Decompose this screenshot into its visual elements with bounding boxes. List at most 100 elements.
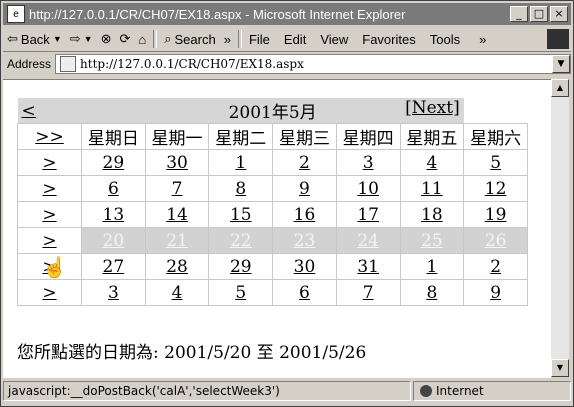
day-link[interactable]: 30 xyxy=(166,153,188,173)
refresh-button[interactable]: ⟳ xyxy=(115,31,134,47)
menu-view[interactable]: View xyxy=(320,32,348,47)
day-link[interactable]: 8 xyxy=(426,283,437,303)
vertical-scrollbar[interactable]: ▲ ▼ xyxy=(551,79,569,377)
day-cell: 6 xyxy=(81,175,146,202)
day-link[interactable]: 8 xyxy=(235,179,246,199)
day-link[interactable]: 22 xyxy=(230,231,252,251)
stop-button[interactable]: ⊗ xyxy=(97,31,116,47)
day-cell: 24 xyxy=(335,227,401,254)
home-button[interactable]: ⌂ xyxy=(134,32,150,47)
menu-overflow-icon[interactable]: » xyxy=(475,32,490,47)
day-cell: 2 xyxy=(463,253,528,280)
globe-icon xyxy=(420,385,432,397)
day-link[interactable]: 5 xyxy=(490,153,501,173)
day-link[interactable]: 12 xyxy=(485,179,507,199)
day-link[interactable]: 3 xyxy=(363,153,374,173)
menu-tools[interactable]: Tools xyxy=(430,32,460,47)
week-row: >20 21 22 23 24 25 26 xyxy=(17,227,528,254)
ie-page-icon: e xyxy=(7,5,25,23)
day-link[interactable]: 2 xyxy=(299,153,310,173)
day-link[interactable]: 31 xyxy=(357,257,379,277)
select-month-link[interactable]: >> xyxy=(35,127,64,147)
day-link[interactable]: 4 xyxy=(172,283,183,303)
forward-button[interactable]: ⇨ ▼ xyxy=(66,31,97,47)
close-button[interactable]: × xyxy=(550,6,568,22)
day-link[interactable]: 21 xyxy=(166,231,188,251)
minimize-button[interactable]: _ xyxy=(510,6,528,22)
select-week-link[interactable]: > xyxy=(42,179,56,199)
day-cell: 23 xyxy=(272,227,337,254)
calendar-header: < 2001年5月 [Next] xyxy=(17,98,528,124)
day-cell: 15 xyxy=(208,201,274,228)
week-row: >13 14 15 16 17 18 19 xyxy=(17,201,528,228)
day-link[interactable]: 28 xyxy=(166,257,188,277)
day-link[interactable]: 15 xyxy=(230,205,252,225)
week-selector-cell: > xyxy=(17,149,82,176)
scroll-down-icon[interactable]: ▼ xyxy=(551,359,569,377)
next-month-link[interactable]: [Next] xyxy=(405,98,460,118)
address-input[interactable]: http://127.0.0.1/CR/CH07/EX18.aspx ▼ xyxy=(55,54,571,74)
scroll-up-icon[interactable]: ▲ xyxy=(551,79,569,97)
day-cell: 9 xyxy=(463,279,528,306)
menu-favorites[interactable]: Favorites xyxy=(362,32,415,47)
toolbar-overflow-icon[interactable]: » xyxy=(220,32,235,47)
day-link[interactable]: 1 xyxy=(235,153,246,173)
select-week-link[interactable]: > xyxy=(42,231,56,251)
calendar: < 2001年5月 [Next] >> 星期日 星期一 星期二 星期三 星期四 … xyxy=(17,98,528,306)
day-link[interactable]: 30 xyxy=(294,257,316,277)
day-link[interactable]: 14 xyxy=(166,205,188,225)
day-link[interactable]: 16 xyxy=(294,205,316,225)
week-selector-cell: > xyxy=(17,279,82,306)
maximize-button[interactable]: □ xyxy=(530,6,548,22)
day-cell: 26 xyxy=(463,227,528,254)
day-link[interactable]: 2 xyxy=(490,257,501,277)
day-name: 星期日 xyxy=(81,123,146,150)
day-link[interactable]: 7 xyxy=(363,283,374,303)
day-link[interactable]: 17 xyxy=(357,205,379,225)
chevron-down-icon: ▼ xyxy=(83,34,93,44)
day-link[interactable]: 29 xyxy=(103,153,125,173)
day-link[interactable]: 19 xyxy=(485,205,507,225)
day-names-row: >> 星期日 星期一 星期二 星期三 星期四 星期五 星期六 xyxy=(17,123,528,150)
day-link[interactable]: 27 xyxy=(103,257,125,277)
search-button[interactable]: ⌕ Search xyxy=(160,31,219,47)
address-dropdown-icon[interactable]: ▼ xyxy=(552,55,570,73)
day-link[interactable]: 23 xyxy=(294,231,316,251)
day-link[interactable]: 18 xyxy=(421,205,443,225)
day-cell: 11 xyxy=(399,175,465,202)
day-link[interactable]: 1 xyxy=(426,257,437,277)
select-week-link[interactable]: > xyxy=(42,153,56,173)
windows-logo-icon xyxy=(547,29,569,49)
day-link[interactable]: 26 xyxy=(485,231,507,251)
day-cell: 20 xyxy=(81,227,146,254)
select-week-link[interactable]: > xyxy=(42,205,56,225)
day-link[interactable]: 20 xyxy=(103,231,125,251)
day-link[interactable]: 6 xyxy=(299,283,310,303)
day-link[interactable]: 25 xyxy=(421,231,443,251)
day-link[interactable]: 24 xyxy=(357,231,379,251)
stop-icon: ⊗ xyxy=(100,31,112,46)
select-week-link[interactable]: > xyxy=(42,283,56,303)
day-link[interactable]: 4 xyxy=(426,153,437,173)
menu-edit[interactable]: Edit xyxy=(284,32,306,47)
day-link[interactable]: 10 xyxy=(357,179,379,199)
day-link[interactable]: 9 xyxy=(490,283,501,303)
day-cell: 8 xyxy=(208,175,274,202)
prev-month-link[interactable]: < xyxy=(22,101,36,121)
back-button[interactable]: ⇦ Back ▼ xyxy=(3,31,66,47)
browser-window: e http://127.0.0.1/CR/CH07/EX18.aspx - M… xyxy=(0,0,574,407)
day-cell: 21 xyxy=(144,227,210,254)
day-cell: 28 xyxy=(144,253,210,280)
day-link[interactable]: 7 xyxy=(172,179,183,199)
menu-file[interactable]: File xyxy=(249,32,270,47)
day-cell: 22 xyxy=(208,227,274,254)
day-link[interactable]: 11 xyxy=(421,179,443,199)
day-link[interactable]: 3 xyxy=(108,283,119,303)
day-link[interactable]: 13 xyxy=(103,205,125,225)
day-cell: 12 xyxy=(463,175,528,202)
day-link[interactable]: 6 xyxy=(108,179,119,199)
refresh-icon: ⟳ xyxy=(119,31,131,46)
day-link[interactable]: 5 xyxy=(235,283,246,303)
day-link[interactable]: 29 xyxy=(230,257,252,277)
day-link[interactable]: 9 xyxy=(299,179,310,199)
